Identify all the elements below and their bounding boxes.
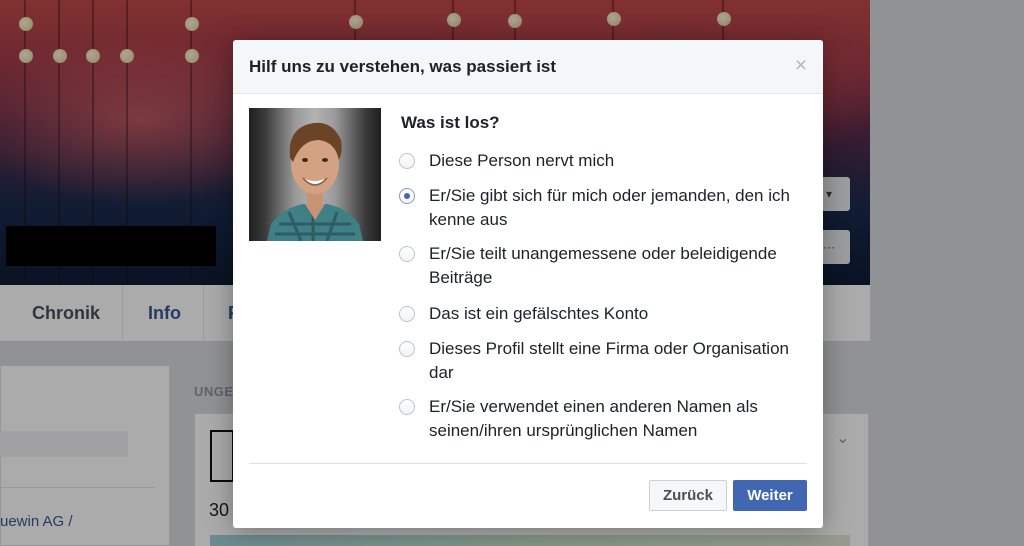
option-label: Das ist ein gefälschtes Konto — [429, 304, 649, 323]
option-business-profile[interactable]: Dieses Profil stellt eine Firma oder Org… — [399, 337, 809, 385]
radio-button[interactable] — [399, 306, 415, 322]
profile-photo — [249, 108, 381, 241]
close-icon[interactable]: × — [795, 55, 807, 77]
dialog-footer-divider — [249, 463, 807, 464]
option-label: Dieses Profil stellt eine Firma oder Org… — [429, 339, 789, 382]
dialog-title: Hilf uns zu verstehen, was passiert ist — [249, 57, 557, 76]
next-button[interactable]: Weiter — [733, 480, 807, 511]
option-label: Er/Sie gibt sich für mich oder jemanden,… — [429, 186, 790, 229]
report-dialog: Hilf uns zu verstehen, was passiert ist … — [233, 40, 823, 528]
option-annoying[interactable]: Diese Person nervt mich — [399, 149, 809, 173]
question-label: Was ist los? — [401, 113, 500, 132]
back-button[interactable]: Zurück — [649, 480, 727, 511]
person-portrait-image — [267, 122, 363, 241]
option-label: Diese Person nervt mich — [429, 151, 615, 170]
radio-button[interactable] — [399, 246, 415, 262]
option-impersonation[interactable]: Er/Sie gibt sich für mich oder jemanden,… — [399, 184, 809, 232]
option-label: Er/Sie teilt unangemessene oder beleidig… — [429, 244, 777, 287]
radio-button[interactable] — [399, 399, 415, 415]
option-label: Er/Sie verwendet einen anderen Namen als… — [429, 397, 758, 440]
option-inappropriate-posts[interactable]: Er/Sie teilt unangemessene oder beleidig… — [399, 242, 809, 290]
option-fake-account[interactable]: Das ist ein gefälschtes Konto — [399, 302, 809, 326]
radio-button[interactable] — [399, 153, 415, 169]
option-different-name[interactable]: Er/Sie verwendet einen anderen Namen als… — [399, 395, 809, 443]
radio-button-checked[interactable] — [399, 188, 415, 204]
dialog-header: Hilf uns zu verstehen, was passiert ist … — [233, 40, 823, 94]
radio-button[interactable] — [399, 341, 415, 357]
